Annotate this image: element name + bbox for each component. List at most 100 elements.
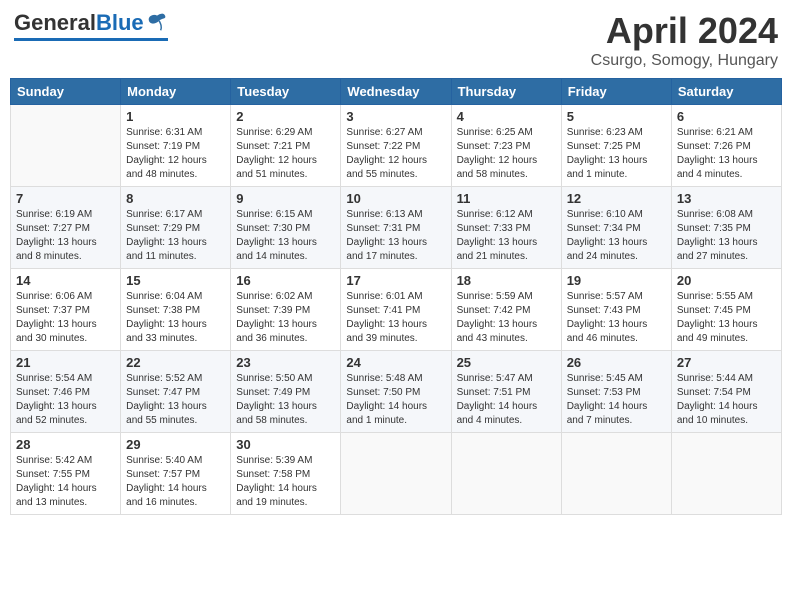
- day-number: 24: [346, 355, 445, 370]
- weekday-header-thursday: Thursday: [451, 79, 561, 105]
- page-header: GeneralBlue April 2024 Csurgo, Somogy, H…: [10, 10, 782, 70]
- day-number: 26: [567, 355, 666, 370]
- day-number: 14: [16, 273, 115, 288]
- day-info: Sunrise: 5:52 AM Sunset: 7:47 PM Dayligh…: [126, 372, 225, 428]
- day-info: Sunrise: 6:04 AM Sunset: 7:38 PM Dayligh…: [126, 290, 225, 346]
- weekday-header-row: SundayMondayTuesdayWednesdayThursdayFrid…: [11, 79, 782, 105]
- calendar-cell: [671, 433, 781, 515]
- logo-blue: Blue: [96, 10, 144, 36]
- day-number: 12: [567, 191, 666, 206]
- calendar-cell: 30Sunrise: 5:39 AM Sunset: 7:58 PM Dayli…: [231, 433, 341, 515]
- day-info: Sunrise: 6:01 AM Sunset: 7:41 PM Dayligh…: [346, 290, 445, 346]
- day-info: Sunrise: 6:31 AM Sunset: 7:19 PM Dayligh…: [126, 126, 225, 182]
- month-title: April 2024: [591, 10, 778, 52]
- day-number: 3: [346, 109, 445, 124]
- weekday-header-saturday: Saturday: [671, 79, 781, 105]
- day-number: 28: [16, 437, 115, 452]
- day-number: 1: [126, 109, 225, 124]
- day-number: 9: [236, 191, 335, 206]
- day-info: Sunrise: 6:25 AM Sunset: 7:23 PM Dayligh…: [457, 126, 556, 182]
- calendar-cell: 28 Sunrise: 5:42 AM Sunset: 7:55 PM Dayli…: [11, 433, 121, 515]
- day-number: 29: [126, 437, 225, 452]
- calendar-cell: 7Sunrise: 6:19 AM Sunset: 7:27 PM Daylig…: [11, 187, 121, 269]
- day-number: 17: [346, 273, 445, 288]
- day-number: 20: [677, 273, 776, 288]
- day-number: 8: [126, 191, 225, 206]
- day-info: Sunrise: 5:44 AM Sunset: 7:54 PM Dayligh…: [677, 372, 776, 428]
- calendar-cell: 16 Sunrise: 6:02 AM Sunset: 7:39 PM Dayli…: [231, 269, 341, 351]
- day-number: 18: [457, 273, 556, 288]
- calendar-cell: 5 Sunrise: 6:23 AM Sunset: 7:25 PM Daylig…: [561, 105, 671, 187]
- calendar-cell: 27 Sunrise: 5:44 AM Sunset: 7:54 PM Dayli…: [671, 351, 781, 433]
- logo: GeneralBlue: [14, 10, 168, 41]
- day-info: Sunrise: 6:29 AM Sunset: 7:21 PM Dayligh…: [236, 126, 335, 182]
- day-info: Sunrise: 6:23 AM Sunset: 7:25 PM Dayligh…: [567, 126, 666, 182]
- calendar-cell: 24 Sunrise: 5:48 AM Sunset: 7:50 PM Dayli…: [341, 351, 451, 433]
- day-info: Sunrise: 6:06 AM Sunset: 7:37 PM Dayligh…: [16, 290, 115, 346]
- day-info: Sunrise: 6:08 AM Sunset: 7:35 PM Dayligh…: [677, 208, 776, 264]
- day-number: 15: [126, 273, 225, 288]
- calendar-cell: 23 Sunrise: 5:50 AM Sunset: 7:49 PM Dayli…: [231, 351, 341, 433]
- day-info: Sunrise: 5:48 AM Sunset: 7:50 PM Dayligh…: [346, 372, 445, 428]
- calendar-cell: 11Sunrise: 6:12 AM Sunset: 7:33 PM Dayli…: [451, 187, 561, 269]
- day-info: Sunrise: 5:50 AM Sunset: 7:49 PM Dayligh…: [236, 372, 335, 428]
- day-info: Sunrise: 6:17 AM Sunset: 7:29 PM Dayligh…: [126, 208, 225, 264]
- day-number: 13: [677, 191, 776, 206]
- day-info: Sunrise: 5:39 AM Sunset: 7:58 PM Dayligh…: [236, 454, 335, 510]
- day-number: 16: [236, 273, 335, 288]
- weekday-header-monday: Monday: [121, 79, 231, 105]
- calendar-week-row: 1 Sunrise: 6:31 AM Sunset: 7:19 PM Daylig…: [11, 105, 782, 187]
- calendar-cell: 18 Sunrise: 5:59 AM Sunset: 7:42 PM Dayli…: [451, 269, 561, 351]
- calendar-cell: 26Sunrise: 5:45 AM Sunset: 7:53 PM Dayli…: [561, 351, 671, 433]
- day-info: Sunrise: 5:57 AM Sunset: 7:43 PM Dayligh…: [567, 290, 666, 346]
- day-number: 25: [457, 355, 556, 370]
- calendar-cell: 13 Sunrise: 6:08 AM Sunset: 7:35 PM Dayli…: [671, 187, 781, 269]
- calendar-cell: 10Sunrise: 6:13 AM Sunset: 7:31 PM Dayli…: [341, 187, 451, 269]
- day-info: Sunrise: 6:02 AM Sunset: 7:39 PM Dayligh…: [236, 290, 335, 346]
- day-number: 23: [236, 355, 335, 370]
- calendar-week-row: 21Sunrise: 5:54 AM Sunset: 7:46 PM Dayli…: [11, 351, 782, 433]
- calendar-cell: 19 Sunrise: 5:57 AM Sunset: 7:43 PM Dayli…: [561, 269, 671, 351]
- day-info: Sunrise: 5:47 AM Sunset: 7:51 PM Dayligh…: [457, 372, 556, 428]
- day-info: Sunrise: 5:59 AM Sunset: 7:42 PM Dayligh…: [457, 290, 556, 346]
- calendar-cell: 22Sunrise: 5:52 AM Sunset: 7:47 PM Dayli…: [121, 351, 231, 433]
- day-info: Sunrise: 6:12 AM Sunset: 7:33 PM Dayligh…: [457, 208, 556, 264]
- day-number: 5: [567, 109, 666, 124]
- calendar-cell: 8 Sunrise: 6:17 AM Sunset: 7:29 PM Daylig…: [121, 187, 231, 269]
- day-info: Sunrise: 5:42 AM Sunset: 7:55 PM Dayligh…: [16, 454, 115, 510]
- day-info: Sunrise: 6:19 AM Sunset: 7:27 PM Dayligh…: [16, 208, 115, 264]
- calendar-cell: 15 Sunrise: 6:04 AM Sunset: 7:38 PM Dayli…: [121, 269, 231, 351]
- calendar-week-row: 14 Sunrise: 6:06 AM Sunset: 7:37 PM Dayli…: [11, 269, 782, 351]
- day-number: 2: [236, 109, 335, 124]
- calendar-cell: 3Sunrise: 6:27 AM Sunset: 7:22 PM Daylig…: [341, 105, 451, 187]
- weekday-header-wednesday: Wednesday: [341, 79, 451, 105]
- logo-bird-icon: [146, 12, 168, 34]
- logo-general: General: [14, 10, 96, 36]
- day-number: 27: [677, 355, 776, 370]
- calendar-cell: 2 Sunrise: 6:29 AM Sunset: 7:21 PM Daylig…: [231, 105, 341, 187]
- day-number: 6: [677, 109, 776, 124]
- calendar-table: SundayMondayTuesdayWednesdayThursdayFrid…: [10, 78, 782, 515]
- calendar-cell: 12 Sunrise: 6:10 AM Sunset: 7:34 PM Dayli…: [561, 187, 671, 269]
- day-info: Sunrise: 5:40 AM Sunset: 7:57 PM Dayligh…: [126, 454, 225, 510]
- day-info: Sunrise: 6:15 AM Sunset: 7:30 PM Dayligh…: [236, 208, 335, 264]
- calendar-cell: [11, 105, 121, 187]
- calendar-cell: [451, 433, 561, 515]
- location-text: Csurgo, Somogy, Hungary: [591, 52, 778, 70]
- calendar-cell: 29 Sunrise: 5:40 AM Sunset: 7:57 PM Dayli…: [121, 433, 231, 515]
- logo-text: GeneralBlue: [14, 10, 168, 36]
- calendar-cell: 14 Sunrise: 6:06 AM Sunset: 7:37 PM Dayli…: [11, 269, 121, 351]
- calendar-cell: 25 Sunrise: 5:47 AM Sunset: 7:51 PM Dayli…: [451, 351, 561, 433]
- calendar-cell: [341, 433, 451, 515]
- calendar-cell: 9 Sunrise: 6:15 AM Sunset: 7:30 PM Daylig…: [231, 187, 341, 269]
- day-info: Sunrise: 6:10 AM Sunset: 7:34 PM Dayligh…: [567, 208, 666, 264]
- calendar-cell: 17 Sunrise: 6:01 AM Sunset: 7:41 PM Dayli…: [341, 269, 451, 351]
- weekday-header-sunday: Sunday: [11, 79, 121, 105]
- calendar-week-row: 7Sunrise: 6:19 AM Sunset: 7:27 PM Daylig…: [11, 187, 782, 269]
- day-number: 19: [567, 273, 666, 288]
- calendar-cell: 21Sunrise: 5:54 AM Sunset: 7:46 PM Dayli…: [11, 351, 121, 433]
- day-info: Sunrise: 6:13 AM Sunset: 7:31 PM Dayligh…: [346, 208, 445, 264]
- calendar-cell: 6Sunrise: 6:21 AM Sunset: 7:26 PM Daylig…: [671, 105, 781, 187]
- calendar-cell: [561, 433, 671, 515]
- title-section: April 2024 Csurgo, Somogy, Hungary: [591, 10, 778, 70]
